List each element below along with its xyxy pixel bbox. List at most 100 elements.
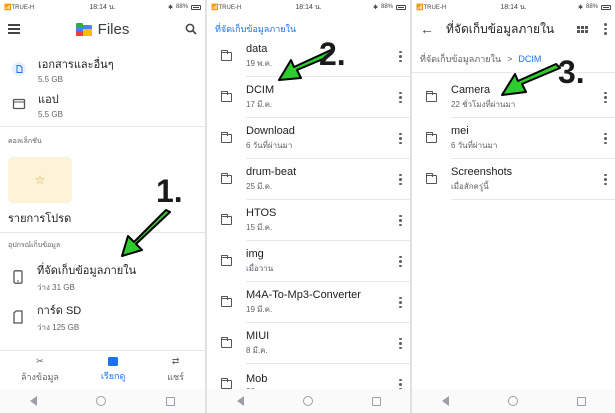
back-arrow-icon[interactable]: ← [420, 21, 434, 37]
back-nav-icon[interactable] [441, 396, 449, 406]
system-nav-bar [0, 389, 205, 413]
green-arrow-annotation [501, 63, 561, 96]
battery-icon [396, 4, 406, 10]
more-options-icon[interactable] [399, 173, 402, 186]
folder-name: Screenshots [451, 166, 513, 178]
carrier-label: 📶TRUE-H [4, 4, 35, 11]
phone-icon [13, 270, 23, 284]
document-icon [12, 62, 26, 76]
internal-storage-panel: 📶TRUE-H 18:14 น. ✱ 88% ที่จัดเก็บข้อมูลภา… [205, 0, 410, 413]
back-nav-icon[interactable] [236, 396, 244, 406]
folder-name: img [246, 248, 264, 260]
folder-date: 8 มี.ค. [246, 346, 268, 355]
files-home-panel: 📶TRUE-H 18:14 น. ✱ 88% Files เอกสารและอื่… [0, 0, 205, 413]
device-free-space: ว่าง 31 GB [37, 282, 75, 292]
search-icon[interactable] [185, 23, 197, 35]
folder-icon [220, 91, 232, 102]
grid-view-icon[interactable] [577, 25, 588, 33]
bluetooth-icon: ✱ [167, 4, 173, 11]
tab-share[interactable]: ⇄ แชร์ [167, 356, 184, 384]
recents-nav-icon[interactable] [371, 396, 381, 406]
tab-browse[interactable]: เรียกดู [101, 356, 125, 383]
favorites-label: รายการโปรด [8, 213, 72, 225]
folder-date: 17 มี.ค. [246, 100, 273, 109]
folder-icon [425, 173, 437, 184]
folder-row[interactable]: M4A-To-Mp3-Converter 19 มี.ค. [207, 282, 410, 323]
tab-clean[interactable]: ✂ ล้างข้อมูล [21, 356, 59, 384]
folder-row[interactable]: MIUI 8 มี.ค. [207, 323, 410, 364]
device-internal-storage[interactable]: ที่จัดเก็บข้อมูลภายใน ว่าง 31 GB [0, 262, 205, 292]
back-nav-icon[interactable] [29, 396, 37, 406]
home-nav-icon[interactable] [507, 396, 518, 406]
more-options-icon[interactable] [399, 296, 402, 309]
row-divider [451, 199, 615, 200]
storage-item-size: 5.5 GB [38, 74, 63, 84]
device-label: ที่จัดเก็บข้อมูลภายใน [37, 264, 137, 277]
system-nav-bar [207, 389, 410, 413]
carrier-label: 📶TRUE-H [211, 4, 242, 11]
folder-row[interactable]: Screenshots เมื่อสักครู่นี้ [412, 159, 615, 200]
folder-name: Mob [246, 373, 268, 385]
overflow-menu-icon[interactable] [604, 23, 607, 35]
more-options-icon[interactable] [604, 132, 607, 145]
folder-name: MIUI [246, 330, 270, 342]
folder-date: 19 มี.ค. [246, 305, 273, 314]
favorites-card[interactable]: ☆ [8, 157, 72, 203]
more-options-icon[interactable] [604, 91, 607, 104]
folder-icon [220, 255, 232, 266]
page-title: ที่จัดเก็บข้อมูลภายใน [446, 21, 555, 36]
more-options-icon[interactable] [399, 50, 402, 63]
status-bar: 📶TRUE-H 18:14 น. ✱ 88% [207, 0, 410, 14]
folder-icon [220, 378, 232, 389]
more-options-icon[interactable] [604, 173, 607, 186]
carrier-label: 📶TRUE-H [416, 4, 447, 11]
folder-row[interactable]: HTOS 15 มี.ค. [207, 200, 410, 241]
bluetooth-icon: ✱ [372, 4, 378, 11]
storage-item-label: เอกสารและอื่นๆ [38, 58, 114, 71]
folder-name: drum-beat [246, 166, 297, 178]
folder-date: 6 วันที่ผ่านมา [246, 141, 293, 150]
bluetooth-icon: ✱ [577, 4, 583, 11]
folder-row[interactable]: img เมื่อวาน [207, 241, 410, 282]
sd-card-icon [13, 310, 23, 324]
step-label: 2. [319, 36, 346, 72]
more-options-icon[interactable] [399, 337, 402, 350]
folder-date: 19 พ.ค. [246, 59, 273, 68]
app-title: Files [97, 20, 130, 38]
device-free-space: ว่าง 125 GB [37, 322, 80, 332]
folder-date: 6 วันที่ผ่านมา [451, 141, 498, 150]
devices-header: อุปกรณ์เก็บข้อมูล [8, 242, 61, 249]
folder-name: Download [246, 125, 295, 137]
folder-date: เมื่อวาน [246, 264, 274, 273]
folder-name: M4A-To-Mp3-Converter [246, 289, 361, 301]
home-nav-icon[interactable] [96, 396, 107, 406]
breadcrumb-root[interactable]: ที่จัดเก็บข้อมูลภายใน [420, 52, 501, 66]
recents-nav-icon[interactable] [166, 396, 176, 406]
more-options-icon[interactable] [399, 214, 402, 227]
clock: 18:14 น. [500, 3, 527, 11]
menu-icon[interactable] [8, 24, 20, 34]
system-nav-bar [412, 389, 615, 413]
bottom-tab-bar: ✂ ล้างข้อมูล เรียกดู ⇄ แชร์ [0, 350, 205, 388]
device-sd-card[interactable]: การ์ด SD ว่าง 125 GB [0, 302, 205, 332]
folder-icon [425, 132, 437, 143]
step-label: 1. [156, 173, 183, 209]
folder-icon [220, 50, 232, 61]
folder-row[interactable]: drum-beat 25 มี.ค. [207, 159, 410, 200]
more-options-icon[interactable] [399, 255, 402, 268]
app-bar: Files [0, 14, 205, 44]
folder-date: 15 มี.ค. [246, 223, 273, 232]
recents-nav-icon[interactable] [576, 396, 586, 406]
home-nav-icon[interactable] [302, 396, 313, 406]
folder-row[interactable]: Download 6 วันที่ผ่านมา [207, 118, 410, 159]
storage-item-docs[interactable]: เอกสารและอื่นๆ 5.5 GB [0, 54, 205, 84]
divider [0, 126, 205, 127]
folder-date: 25 มี.ค. [246, 182, 273, 191]
more-options-icon[interactable] [399, 91, 402, 104]
folder-icon [220, 132, 232, 143]
browse-icon [108, 356, 119, 366]
more-options-icon[interactable] [399, 132, 402, 145]
folder-row[interactable]: mei 6 วันที่ผ่านมา [412, 118, 615, 159]
storage-item-apps[interactable]: แอป 5.5 GB [0, 89, 205, 119]
battery-icon [191, 4, 201, 10]
